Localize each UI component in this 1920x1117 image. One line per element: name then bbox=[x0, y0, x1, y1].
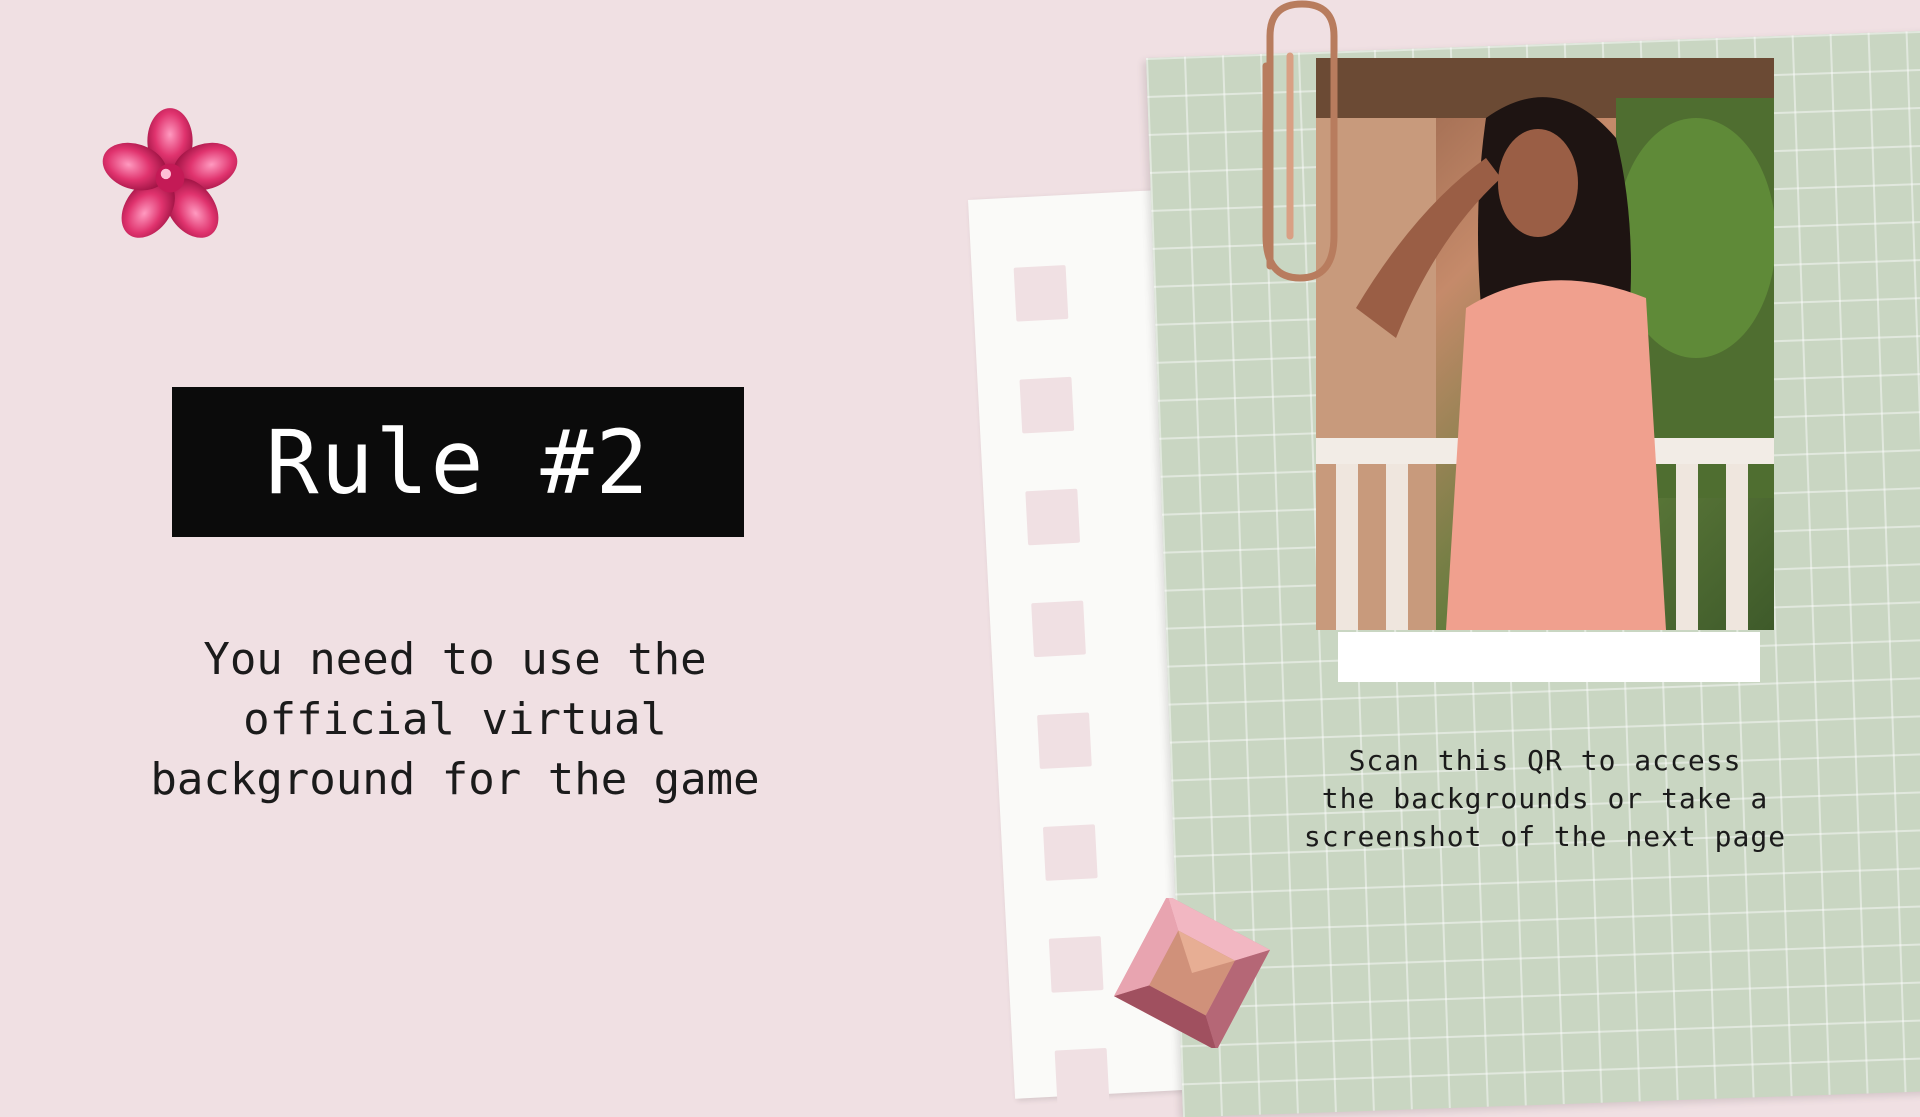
strip-hole bbox=[1054, 1047, 1110, 1105]
portrait-photo bbox=[1316, 58, 1774, 630]
strip-hole bbox=[1013, 264, 1069, 322]
rule-description: You need to use the official virtual bac… bbox=[150, 634, 760, 805]
strip-hole bbox=[1019, 376, 1075, 434]
photo-card bbox=[1316, 58, 1774, 630]
paperclip-icon bbox=[1262, 0, 1338, 282]
rule-title-banner: Rule #2 bbox=[172, 387, 744, 537]
flower-gem-icon bbox=[102, 108, 238, 238]
strip-hole bbox=[1025, 488, 1081, 546]
photo-illustration bbox=[1316, 58, 1774, 630]
strip-hole bbox=[1037, 712, 1092, 770]
strip-hole bbox=[1031, 600, 1086, 658]
scan-instructions: Scan this QR to access the backgrounds o… bbox=[1303, 744, 1787, 853]
square-gem-icon bbox=[1114, 898, 1270, 1048]
strip-hole bbox=[1048, 936, 1104, 993]
qr-code-placeholder bbox=[1338, 632, 1760, 682]
rule-title: Rule #2 bbox=[265, 410, 651, 514]
strip-hole bbox=[1042, 824, 1098, 881]
